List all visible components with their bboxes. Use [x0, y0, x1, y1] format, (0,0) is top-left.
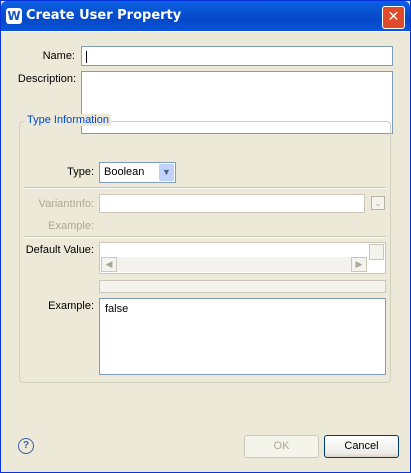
description-label: Description:: [17, 73, 76, 85]
horizontal-scrollbar[interactable]: ◀ ▶: [101, 257, 367, 272]
type-select[interactable]: Boolean ▼: [99, 162, 176, 183]
create-user-property-dialog: W Create User Property ✕ Name: Descripti…: [0, 0, 411, 473]
separator: [24, 187, 386, 189]
type-information-title: Type Information: [25, 114, 111, 126]
text-cursor: [86, 51, 87, 63]
scroll-right-icon[interactable]: ▶: [351, 257, 367, 272]
variant-expand-icon[interactable]: ⌄: [371, 196, 385, 210]
scroll-left-icon[interactable]: ◀: [101, 257, 117, 272]
title-bar[interactable]: W Create User Property ✕: [1, 1, 410, 31]
type-select-value: Boolean: [104, 166, 145, 178]
scroll-up-button[interactable]: [369, 244, 384, 260]
app-icon: W: [6, 8, 22, 24]
dialog-title: Create User Property: [26, 8, 182, 23]
example-textarea[interactable]: false: [99, 298, 386, 375]
default-value-field[interactable]: ◀ ▶: [99, 242, 386, 274]
ok-button[interactable]: OK: [244, 435, 319, 458]
chevron-down-icon[interactable]: ▼: [159, 164, 174, 181]
variant-info-input[interactable]: [99, 194, 365, 213]
type-label: Type:: [67, 166, 94, 178]
default-value-label: Default Value:: [25, 244, 94, 256]
example-value: false: [105, 303, 129, 315]
name-input[interactable]: [81, 46, 393, 66]
separator: [24, 236, 386, 238]
cancel-button[interactable]: Cancel: [324, 435, 399, 458]
close-button[interactable]: ✕: [382, 6, 405, 29]
help-icon[interactable]: ?: [18, 438, 34, 454]
variant-example-label: Example:: [48, 220, 94, 232]
default-value-status-bar: [99, 280, 386, 293]
example-label: Example:: [48, 300, 94, 312]
variant-info-label: VariantInfo:: [38, 198, 94, 210]
name-label: Name:: [42, 50, 75, 62]
